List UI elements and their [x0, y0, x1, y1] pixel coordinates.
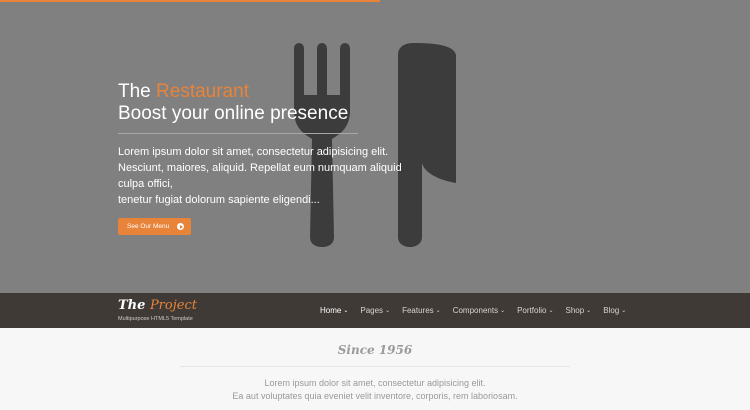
nav-item-label: Portfolio — [517, 306, 547, 315]
nav-item-components[interactable]: Components ⌄ — [453, 306, 505, 315]
section-divider — [180, 366, 570, 367]
chevron-down-icon: ⌄ — [343, 308, 349, 314]
chevron-down-icon: ⌄ — [621, 308, 627, 314]
see-our-menu-label: See Our Menu — [127, 223, 170, 230]
hero-line: Nesciunt, maiores, aliquid. Repellat eum… — [118, 162, 402, 190]
nav-item-shop[interactable]: Shop ⌄ — [565, 306, 591, 315]
hero-description: Lorem ipsum dolor sit amet, consectetur … — [118, 144, 418, 208]
see-our-menu-button[interactable]: See Our Menu — [118, 218, 192, 235]
hero-text-block: The Restaurant Boost your online presenc… — [118, 81, 418, 235]
logo-accent: Project — [149, 298, 197, 313]
logo-prefix: The — [118, 298, 146, 313]
logo-text: The Project — [118, 298, 197, 313]
main-navbar: The Project Multipurpose HTML5 Template … — [0, 293, 750, 328]
hero-title-prefix: The — [118, 81, 151, 102]
nav-item-label: Pages — [360, 306, 384, 315]
hero-title-accent: Restaurant — [156, 81, 249, 102]
nav-item-label: Components — [452, 306, 499, 315]
hero-divider — [118, 133, 358, 134]
section-line: Lorem ipsum dolor sit amet, consectetur … — [264, 378, 486, 388]
nav-item-label: Features — [402, 306, 434, 315]
slider-progress-bar — [0, 0, 380, 2]
section-text: Lorem ipsum dolor sit amet, consectetur … — [0, 377, 750, 403]
nav-item-home[interactable]: Home ⌄ — [320, 306, 348, 315]
nav-item-label: Shop — [565, 306, 585, 315]
hero-title: The Restaurant — [118, 81, 418, 103]
chevron-down-icon: ⌄ — [548, 308, 554, 314]
site-logo[interactable]: The Project Multipurpose HTML5 Template — [118, 298, 197, 322]
chevron-down-icon: ⌄ — [586, 308, 592, 314]
arrow-right-icon — [177, 223, 185, 230]
chevron-down-icon: ⌄ — [435, 308, 441, 314]
nav-menu: Home ⌄ Pages ⌄ Features ⌄ Components ⌄ P… — [320, 293, 638, 328]
chevron-down-icon: ⌄ — [500, 308, 506, 314]
logo-tagline: Multipurpose HTML5 Template — [118, 316, 193, 322]
hero-line: tenetur fugiat dolorum sapiente eligendi… — [118, 194, 320, 206]
hero-line: Lorem ipsum dolor sit amet, consectetur … — [118, 146, 389, 158]
nav-item-portfolio[interactable]: Portfolio ⌄ — [517, 306, 553, 315]
nav-item-label: Home — [320, 306, 342, 315]
nav-item-features[interactable]: Features ⌄ — [402, 306, 441, 315]
nav-item-label: Blog — [603, 306, 620, 315]
nav-item-blog[interactable]: Blog ⌄ — [603, 306, 626, 315]
chevron-down-icon: ⌄ — [385, 308, 391, 314]
intro-section: Since 1956 Lorem ipsum dolor sit amet, c… — [0, 328, 750, 410]
hero-section: The Restaurant Boost your online presenc… — [0, 0, 750, 293]
section-line: Ea aut voluptates quia eveniet velit inv… — [232, 391, 518, 401]
hero-subtitle: Boost your online presence — [118, 103, 349, 124]
section-heading: Since 1956 — [337, 343, 413, 357]
nav-item-pages[interactable]: Pages ⌄ — [360, 306, 390, 315]
